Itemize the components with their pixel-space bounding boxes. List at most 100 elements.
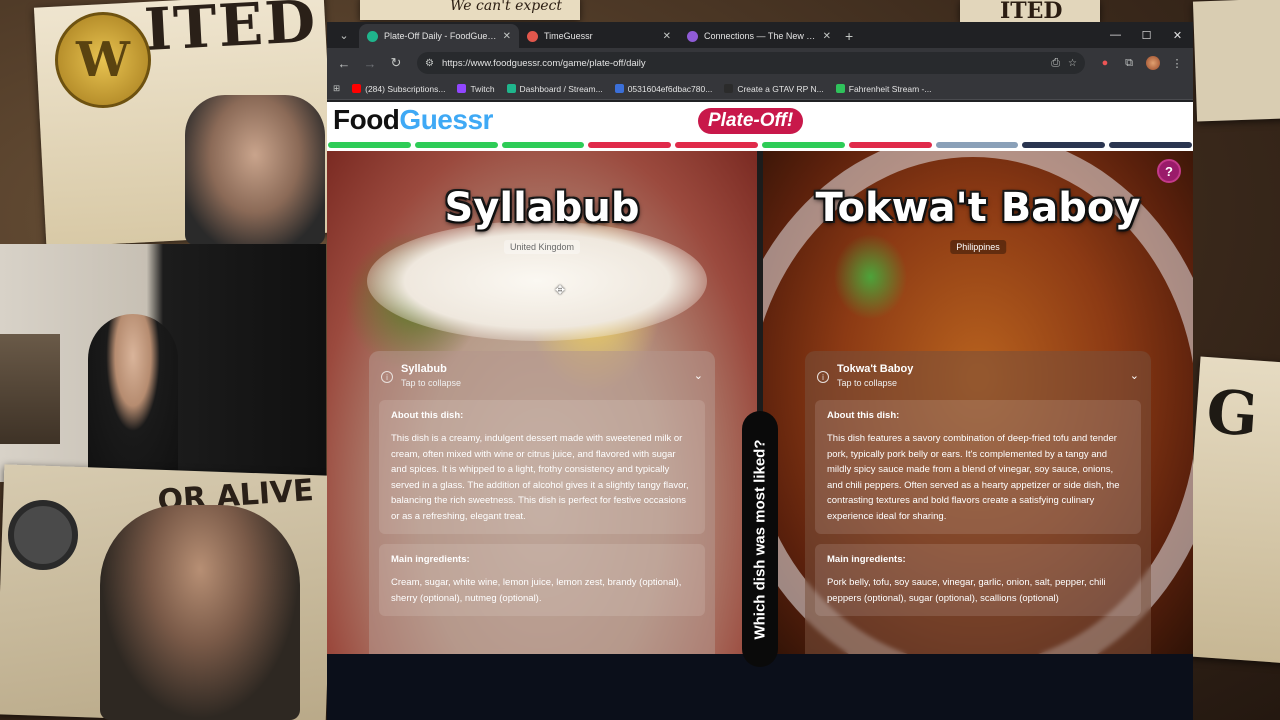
new-tab-plus-icon[interactable]: + bbox=[845, 28, 853, 44]
site-info-icon[interactable]: ⚙ bbox=[425, 58, 434, 69]
tab-timeguessr[interactable]: TimeGuessr ✕ bbox=[519, 24, 679, 48]
poster-a-text: ITED bbox=[142, 0, 319, 64]
bookmark-star-icon[interactable]: ☆ bbox=[1068, 58, 1077, 69]
bookmark-twitch[interactable]: Twitch bbox=[457, 83, 495, 94]
progress-segment bbox=[501, 142, 585, 148]
bookmark-label: 0531604ef6dbac780... bbox=[627, 83, 713, 94]
logo-guessr: Guessr bbox=[399, 104, 493, 135]
close-tab-icon[interactable]: ✕ bbox=[663, 31, 671, 42]
tab-foodguessr[interactable]: Plate-Off Daily - FoodGuessr | F ✕ bbox=[359, 24, 519, 48]
help-icon[interactable]: ? bbox=[1157, 159, 1181, 183]
bookmark-fahrenheit[interactable]: Fahrenheit Stream -... bbox=[835, 84, 931, 94]
poster-top-right: ITED bbox=[960, 0, 1100, 24]
bookmark-label: (284) Subscriptions... bbox=[365, 83, 446, 94]
site-header: FoodGuessr Plate-Off! bbox=[327, 102, 1193, 142]
tab-title: TimeGuessr bbox=[544, 31, 593, 41]
ingredients-heading: Main ingredients: bbox=[391, 554, 470, 565]
chevron-down-icon[interactable]: ⌄ bbox=[1130, 369, 1139, 382]
dish-comparison: Syllabub United Kingdom ✥ i Syllabub Tap… bbox=[327, 151, 1193, 667]
link-icon bbox=[614, 84, 624, 93]
syllabub-photo bbox=[367, 221, 707, 341]
tab-search-chevron-icon[interactable]: ⌄ bbox=[333, 24, 355, 46]
dish-info-card: i Tokwa't Baboy Tap to collapse ⌄ About … bbox=[805, 351, 1151, 654]
url-text: https://www.foodguessr.com/game/plate-of… bbox=[441, 57, 646, 69]
address-bar[interactable]: ⚙ https://www.foodguessr.com/game/plate-… bbox=[417, 52, 1085, 74]
dish-panel-left[interactable]: Syllabub United Kingdom ✥ i Syllabub Tap… bbox=[327, 151, 757, 654]
about-heading: About this dish: bbox=[391, 410, 464, 421]
bookmark-label: Twitch bbox=[470, 83, 495, 94]
progress-segment bbox=[1022, 142, 1106, 148]
bookmark-label: Create a GTAV RP N... bbox=[737, 83, 824, 94]
logo-food: Food bbox=[333, 104, 400, 135]
question-text: Which dish was most liked? bbox=[751, 438, 769, 640]
collapse-hint: Tap to collapse bbox=[401, 378, 462, 388]
minimize-icon[interactable]: — bbox=[1100, 29, 1131, 41]
foodguessr-logo[interactable]: FoodGuessr bbox=[333, 104, 493, 136]
apps-grid-icon[interactable]: ⊞ bbox=[333, 83, 340, 94]
tab-connections[interactable]: Connections — The New York T ✕ bbox=[679, 24, 839, 48]
bookmark-hash[interactable]: 0531604ef6dbac780... bbox=[614, 83, 713, 94]
tab-title: Connections — The New York T bbox=[704, 31, 817, 41]
collapse-hint: Tap to collapse bbox=[837, 378, 898, 388]
round-progress bbox=[327, 142, 1193, 151]
country-badge: Philippines bbox=[950, 240, 1006, 254]
maximize-icon[interactable]: ☐ bbox=[1131, 29, 1162, 42]
info-icon: i bbox=[381, 371, 393, 383]
bookmark-gtav[interactable]: Create a GTAV RP N... bbox=[724, 83, 824, 94]
ingredients-text: Cream, sugar, white wine, lemon juice, l… bbox=[391, 577, 682, 604]
ingredients-card: Main ingredients: Pork belly, tofu, soy … bbox=[815, 544, 1141, 616]
bookmark-youtube[interactable]: (284) Subscriptions... bbox=[352, 84, 445, 94]
back-arrow-icon[interactable]: ← bbox=[333, 52, 355, 74]
gtav-icon bbox=[724, 84, 734, 93]
reload-icon[interactable]: ↻ bbox=[385, 52, 407, 74]
badge-letter: W bbox=[76, 32, 130, 88]
ingredients-heading: Main ingredients: bbox=[827, 554, 906, 565]
info-header[interactable]: i Tokwa't Baboy Tap to collapse ⌄ bbox=[815, 363, 1141, 388]
foodguessr-page: FoodGuessr Plate-Off! Syllabub United Ki… bbox=[327, 102, 1193, 720]
window-controls: — ☐ ✕ bbox=[1100, 22, 1193, 48]
about-text: This dish is a creamy, indulgent dessert… bbox=[391, 433, 689, 522]
character-avatar-2 bbox=[100, 505, 300, 720]
about-card: About this dish: This dish is a creamy, … bbox=[379, 400, 705, 534]
mouse-cursor-icon: ✥ bbox=[555, 283, 566, 297]
about-card: About this dish: This dish features a sa… bbox=[815, 400, 1141, 534]
stream-dashboard-icon bbox=[506, 84, 516, 93]
kick-icon bbox=[835, 84, 845, 93]
menu-kebab-icon[interactable]: ⋮ bbox=[1167, 53, 1187, 73]
bookmark-label: Dashboard / Stream... bbox=[519, 83, 603, 94]
twitch-icon bbox=[457, 84, 467, 93]
poster-top2-text: ITED bbox=[1000, 0, 1063, 24]
bookmark-dashboard[interactable]: Dashboard / Stream... bbox=[506, 83, 603, 94]
progress-segment bbox=[1109, 142, 1192, 148]
poster-top: We can't expect bbox=[360, 0, 580, 20]
plate-off-badge: Plate-Off! bbox=[698, 108, 804, 134]
profile-avatar[interactable] bbox=[1143, 53, 1163, 73]
wordpress-badge-icon: W bbox=[55, 12, 151, 108]
poster-corner bbox=[1192, 0, 1280, 122]
progress-segment bbox=[675, 142, 758, 148]
dish-name: Tokwa't Baboy bbox=[837, 363, 914, 375]
webcam-shelf bbox=[0, 334, 60, 444]
progress-segment bbox=[935, 142, 1019, 148]
close-window-icon[interactable]: ✕ bbox=[1162, 29, 1193, 42]
poster-top-text: We can't expect bbox=[450, 0, 563, 14]
extension-red-icon[interactable]: ● bbox=[1095, 53, 1115, 73]
info-header[interactable]: i Syllabub Tap to collapse ⌄ bbox=[379, 363, 705, 388]
extensions-puzzle-icon[interactable]: ⧉ bbox=[1119, 53, 1139, 73]
close-tab-icon[interactable]: ✕ bbox=[823, 31, 831, 42]
chevron-down-icon[interactable]: ⌄ bbox=[694, 369, 703, 382]
dish-panel-right[interactable]: Tokwa't Baboy Philippines ? i Tokwa't Ba… bbox=[763, 151, 1193, 654]
tab-bar: ⌄ Plate-Off Daily - FoodGuessr | F ✕ Tim… bbox=[327, 22, 1193, 48]
poster-right: G bbox=[1179, 356, 1280, 664]
youtube-icon bbox=[352, 84, 362, 93]
forward-arrow-icon[interactable]: → bbox=[359, 52, 381, 74]
character-avatar bbox=[185, 95, 325, 245]
progress-segment bbox=[588, 142, 672, 148]
close-tab-icon[interactable]: ✕ bbox=[503, 31, 511, 42]
ingredients-card: Main ingredients: Cream, sugar, white wi… bbox=[379, 544, 705, 616]
about-heading: About this dish: bbox=[827, 410, 900, 421]
dish-info-card: i Syllabub Tap to collapse ⌄ About this … bbox=[369, 351, 715, 654]
browser-window: ⌄ Plate-Off Daily - FoodGuessr | F ✕ Tim… bbox=[327, 22, 1193, 720]
install-app-icon[interactable]: ⎙ bbox=[1051, 57, 1060, 70]
info-icon: i bbox=[817, 371, 829, 383]
